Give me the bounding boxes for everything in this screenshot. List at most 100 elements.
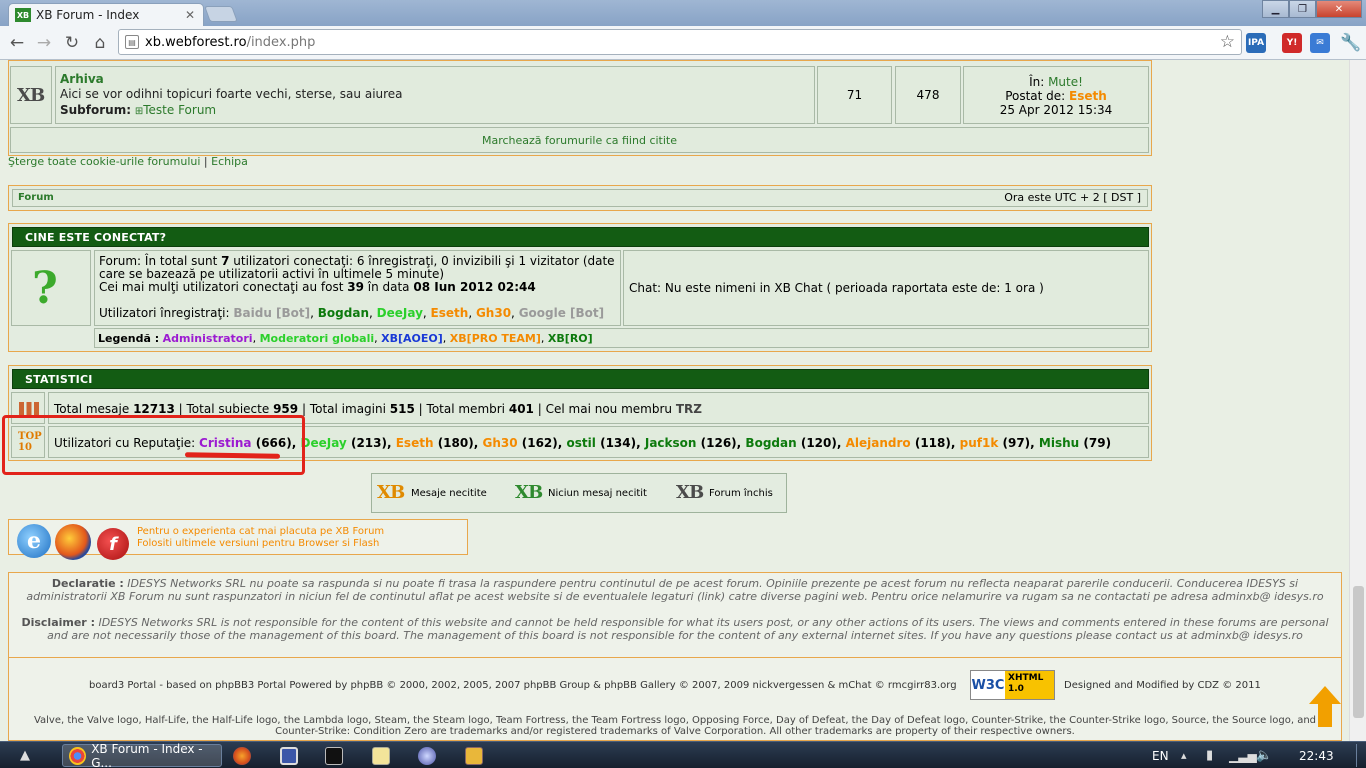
language-indicator[interactable]: EN [1152, 744, 1169, 767]
address-bar[interactable]: ▤ xb.webforest.ro/index.php ☆ [118, 29, 1242, 55]
online-user-link[interactable]: Gh30 [476, 306, 511, 320]
window-titlebar [0, 0, 1366, 26]
show-desktop-button[interactable] [1356, 744, 1366, 767]
declaratie-block: Declaratie : IDESYS Networks SRL nu poat… [13, 577, 1337, 603]
signal-icon[interactable]: ▁▃▅ [1229, 744, 1257, 767]
stat-sep: | [537, 402, 542, 416]
legend-item-admins[interactable]: Administratori [163, 332, 253, 345]
internet-explorer-icon[interactable]: e [17, 524, 51, 558]
reputation-user[interactable]: Gh30 [482, 436, 517, 450]
online-user-link[interactable]: Google [Bot] [519, 306, 604, 320]
online-record: 39 [347, 280, 364, 294]
mark-read-link[interactable]: Marchează forumurile ca fiind citite [482, 134, 677, 147]
xhtml-valid-badge[interactable]: W3C XHTML 1.0 [970, 670, 1055, 700]
reputation-user[interactable]: DeeJay [301, 436, 347, 450]
taskbar-app-button[interactable] [418, 744, 436, 767]
timezone-text: Ora este UTC + 2 [ DST ] [1004, 191, 1141, 204]
firefox-icon[interactable] [55, 524, 91, 560]
scrollbar-thumb[interactable] [1353, 586, 1364, 718]
subforum-plus-icon: ⊞ [134, 106, 144, 117]
last-posted-user[interactable]: Eseth [1069, 89, 1107, 103]
windows-taskbar: ▲ XB Forum - Index - G... EN ▴ ▮ ▁▃▅ 🔈 2… [0, 741, 1366, 768]
tab-close-icon[interactable]: ✕ [183, 8, 197, 22]
volume-icon[interactable]: 🔈 [1256, 744, 1272, 767]
gmail-extension-icon[interactable]: ✉ [1310, 33, 1330, 53]
show-hidden-icons-arrow-icon[interactable]: ▲ [20, 744, 30, 767]
vertical-scrollbar[interactable] [1349, 60, 1366, 741]
reputation-user[interactable]: Alejandro [846, 436, 911, 450]
disclaimer-label: Disclaimer : [21, 616, 95, 629]
back-arrow-icon[interactable]: ← [6, 32, 28, 54]
who-online-header: CINE ESTE CONECTAT? [12, 227, 1149, 247]
legend-item-global-mods[interactable]: Moderatori globali [260, 332, 375, 345]
reload-icon[interactable]: ↻ [61, 32, 83, 54]
bookmark-star-icon[interactable]: ☆ [1220, 32, 1235, 52]
user-separator: , [422, 306, 431, 320]
team-link[interactable]: Echipa [211, 155, 248, 168]
taskbar-save-button[interactable] [280, 744, 298, 767]
forum-bar-link[interactable]: Forum [18, 192, 54, 203]
topics-count: 71 [846, 88, 863, 102]
user-separator: , [369, 306, 377, 320]
legend-item-ro[interactable]: XB[RO] [548, 332, 593, 345]
newest-member-label: Cel mai nou membru [545, 402, 673, 416]
clock[interactable]: 22:43 [1299, 744, 1334, 767]
close-window-button[interactable]: ✕ [1316, 0, 1362, 18]
tray-arrow-icon[interactable]: ▴ [1181, 744, 1187, 767]
legend-item-pro-team[interactable]: XB[PRO TEAM] [450, 332, 541, 345]
browser-tab-active[interactable]: XB XB Forum - Index ✕ [8, 3, 204, 26]
battery-icon[interactable]: ▮ [1206, 744, 1213, 767]
url-host: xb.webforest.ro [145, 34, 247, 50]
minimize-button[interactable]: ▁ [1262, 0, 1289, 18]
flash-player-icon[interactable]: f [97, 528, 129, 560]
taskbar-tool-button[interactable] [465, 744, 483, 767]
forum-title-link[interactable]: Arhiva [60, 72, 104, 86]
browser-recommendation: e f Pentru o experienta cat mai placuta … [8, 519, 468, 560]
page-viewport: XB Arhiva Aici se vor odihni topicuri fo… [0, 60, 1366, 741]
subforum-label: Subforum: [60, 103, 132, 117]
stat-sep: | [301, 402, 306, 416]
delete-cookies-link[interactable]: Şterge toate cookie-urile forumului [8, 155, 200, 168]
reputation-user[interactable]: ostil [567, 436, 596, 450]
home-icon[interactable]: ⌂ [89, 32, 111, 54]
link-separator: | [203, 155, 208, 168]
taskbar-notepad-button[interactable] [372, 744, 390, 767]
online-user-link[interactable]: Bogdan [318, 306, 369, 320]
subforum-link[interactable]: Teste Forum [143, 103, 216, 117]
reputation-user[interactable]: Mishu [1039, 436, 1079, 450]
reputation-score: (126) [700, 436, 737, 450]
disclaimer-text: IDESYS Networks SRL is not responsible f… [47, 616, 1329, 642]
back-to-top-arrow-icon[interactable] [1309, 686, 1341, 730]
browser-note-line1: Pentru o experienta cat mai placuta pe X… [137, 526, 385, 537]
taskbar-cmd-button[interactable] [325, 744, 343, 767]
reputation-user[interactable]: Jackson [645, 436, 697, 450]
statistics-header: STATISTICI [12, 369, 1149, 389]
question-mark-icon: ? [32, 263, 58, 314]
online-user-link[interactable]: Baidu [Bot] [233, 306, 310, 320]
reputation-user[interactable]: puf1k [960, 436, 999, 450]
newest-member-link[interactable]: TRZ [676, 402, 702, 416]
online-user-link[interactable]: Eseth [431, 306, 469, 320]
last-in-link[interactable]: Mute! [1048, 75, 1083, 89]
taskbar-firefox-button[interactable] [233, 744, 251, 767]
credits-panel: board3 Portal - based on phpBB3 Portal P… [8, 657, 1342, 741]
taskbar-chrome-button[interactable]: XB Forum - Index - G... [62, 742, 222, 768]
new-tab-button[interactable] [204, 6, 238, 22]
reputation-user[interactable]: Eseth [396, 436, 434, 450]
online-user-link[interactable]: DeeJay [377, 306, 423, 320]
legend-item-aoeo[interactable]: XB[AOEO] [381, 332, 443, 345]
online-line2c: în data [363, 280, 414, 294]
reputation-user[interactable]: Bogdan [745, 436, 796, 450]
stat-sep: | [418, 402, 423, 416]
posts-count-cell: 478 [895, 66, 961, 124]
forward-arrow-icon[interactable]: → [33, 32, 55, 54]
registered-users-label: Utilizatori înregistraţi: [99, 306, 230, 320]
wrench-menu-icon[interactable]: 🔧 [1340, 32, 1362, 54]
last-post-date: 25 Apr 2012 15:34 [999, 103, 1113, 117]
command-prompt-icon [325, 746, 343, 765]
browser-toolbar: ← → ↻ ⌂ ▤ xb.webforest.ro/index.php ☆ IP… [0, 26, 1366, 60]
online-line1a: Forum: În total sunt [99, 254, 222, 268]
maximize-button[interactable]: ❐ [1289, 0, 1316, 18]
ipa-extension-icon[interactable]: IPA [1246, 33, 1266, 53]
yahoo-mail-extension-icon[interactable]: Y! [1282, 33, 1302, 53]
